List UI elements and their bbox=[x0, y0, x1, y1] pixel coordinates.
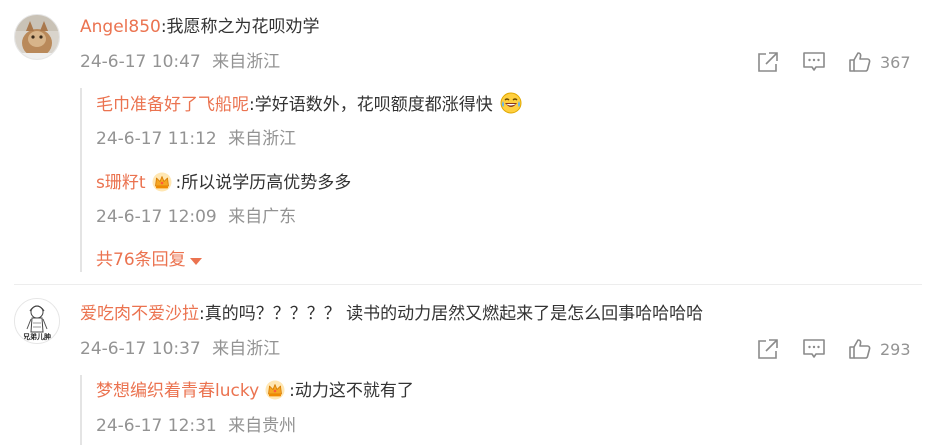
more-replies-label: 共76条回复 bbox=[96, 250, 186, 270]
share-icon bbox=[758, 339, 778, 359]
avatar[interactable] bbox=[14, 14, 60, 60]
reply-meta: 24-6-17 11:12 来自浙江 bbox=[96, 127, 296, 151]
cat-avatar-image bbox=[15, 15, 59, 59]
reply-meta: 24-6-17 12:09 来自广东 bbox=[96, 205, 296, 229]
comment-location: 来自浙江 bbox=[212, 339, 281, 359]
comment-text: :我愿称之为花呗劝学 bbox=[160, 17, 320, 37]
like-button[interactable]: 367 bbox=[848, 50, 911, 74]
reply-location: 来自浙江 bbox=[228, 129, 297, 149]
comment-text: :真的吗？？？？？ 读书的动力居然又燃起来了是怎么回事哈哈哈哈 bbox=[199, 304, 704, 324]
reply-text: :学好语数外，花呗额度都涨得快 bbox=[249, 95, 493, 115]
reply-time: 24-6-17 12:31 bbox=[96, 416, 217, 436]
comment-button[interactable] bbox=[802, 337, 826, 361]
reply-line: 毛巾准备好了飞船呢:学好语数外，花呗额度都涨得快 bbox=[96, 92, 522, 117]
comment-icon bbox=[803, 52, 825, 71]
view-more-replies-link[interactable]: 共76条回复 bbox=[96, 248, 202, 272]
reply-meta: 24-6-17 12:31 来自贵州 bbox=[96, 414, 296, 438]
like-button[interactable]: 293 bbox=[848, 337, 911, 361]
reply-thread-bar bbox=[80, 375, 82, 445]
reply-username[interactable]: 梦想编织着青春lucky bbox=[96, 381, 259, 401]
reply-location: 来自贵州 bbox=[228, 416, 297, 436]
share-button[interactable] bbox=[756, 337, 780, 361]
comment-actions: 293 bbox=[756, 337, 911, 361]
share-icon bbox=[758, 52, 778, 72]
comment-divider bbox=[14, 284, 922, 285]
comment-icon bbox=[803, 339, 825, 358]
comment-button[interactable] bbox=[802, 50, 826, 74]
reply-text: :所以说学历高优势多多 bbox=[175, 173, 352, 193]
reply-time: 24-6-17 11:12 bbox=[96, 129, 217, 149]
thumbs-up-icon bbox=[849, 339, 871, 359]
reply-line: s珊籽t :所以说学历高优势多多 bbox=[96, 171, 351, 195]
avatar[interactable]: 兄弟儿肿 bbox=[14, 298, 60, 344]
comment-username[interactable]: Angel850 bbox=[80, 17, 161, 37]
comment-meta: 24-6-17 10:47 来自浙江 bbox=[80, 50, 280, 74]
reply-text: :动力这不就有了 bbox=[289, 381, 414, 401]
comment-time: 24-6-17 10:47 bbox=[80, 52, 201, 72]
avatar-caption: 兄弟儿肿 bbox=[23, 333, 51, 341]
like-count: 367 bbox=[880, 52, 911, 72]
reply-username[interactable]: 毛巾准备好了飞船呢 bbox=[96, 95, 249, 115]
reply-line: 梦想编织着青春lucky :动力这不就有了 bbox=[96, 379, 414, 403]
comment-actions: 367 bbox=[756, 50, 911, 74]
crown-badge-icon bbox=[265, 380, 285, 400]
reply-username[interactable]: s珊籽t bbox=[96, 173, 146, 193]
share-button[interactable] bbox=[756, 50, 780, 74]
comment-time: 24-6-17 10:37 bbox=[80, 339, 201, 359]
crown-badge-icon bbox=[152, 172, 172, 192]
like-count: 293 bbox=[880, 339, 911, 359]
reply-location: 来自广东 bbox=[228, 207, 297, 227]
thumbs-up-icon bbox=[849, 52, 871, 72]
comment-meta: 24-6-17 10:37 来自浙江 bbox=[80, 337, 280, 361]
reply-thread-bar bbox=[80, 88, 82, 272]
comment-location: 来自浙江 bbox=[212, 52, 281, 72]
laugh-cry-emoji-icon bbox=[500, 92, 522, 114]
comment-line: 爱吃肉不爱沙拉:真的吗？？？？？ 读书的动力居然又燃起来了是怎么回事哈哈哈哈 bbox=[80, 302, 703, 326]
reply-time: 24-6-17 12:09 bbox=[96, 207, 217, 227]
comment-line: Angel850:我愿称之为花呗劝学 bbox=[80, 15, 320, 39]
caret-down-icon bbox=[189, 257, 202, 265]
comment-username[interactable]: 爱吃肉不爱沙拉 bbox=[80, 304, 199, 324]
